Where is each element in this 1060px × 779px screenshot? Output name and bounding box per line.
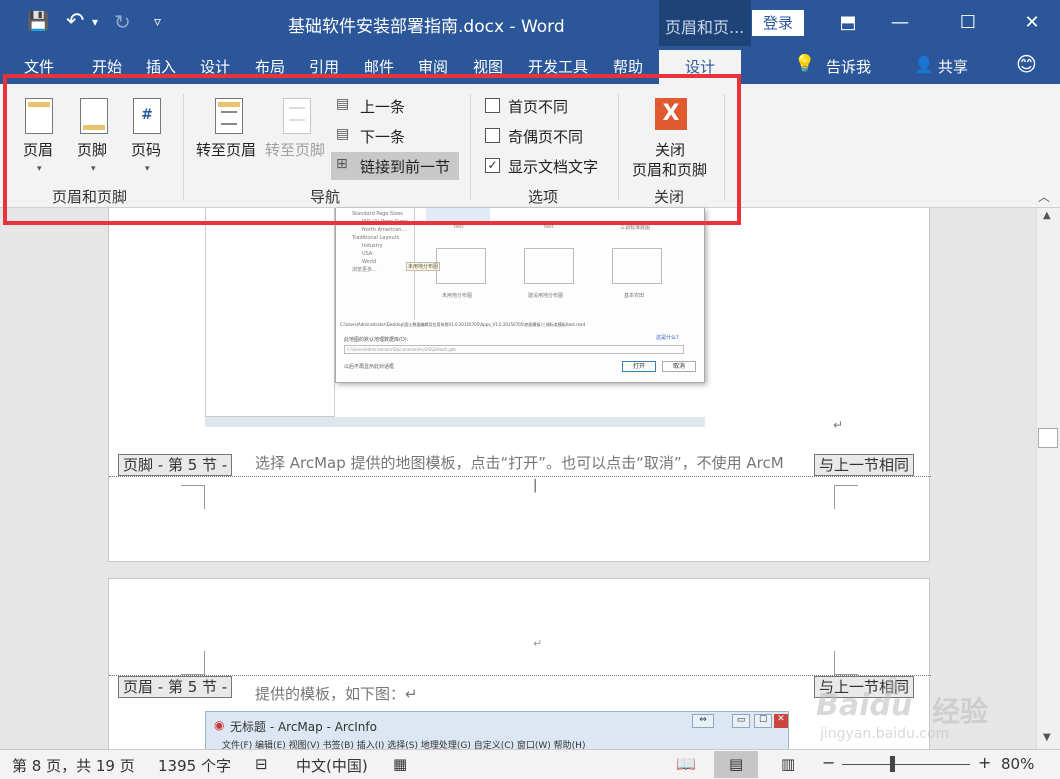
page-count[interactable]: 第 8 页，共 19 页 [12,755,135,776]
status-bar: 第 8 页，共 19 页 1395 个字 ⊟ 中文(中国) ▦ 📖 ▤ ▥ − … [0,749,1060,779]
save-icon[interactable]: 💾 [27,10,49,34]
return-mark: ↵ [833,418,844,432]
crop-mark [181,651,205,675]
share-button[interactable]: 共享 [938,56,968,77]
tell-me-button[interactable]: 告诉我 [826,56,871,77]
crop-mark [181,485,205,509]
return-mark: ↵ [533,637,543,650]
language[interactable]: 中文(中国) [296,755,368,776]
body-text-line: 提供的模板，如下图：↵ [255,685,418,703]
dialog-tooltip: 未用地分布图 [406,262,441,271]
document-page-next: ↵ 页眉 - 第 5 节 - 提供的模板，如下图：↵ 与上一节相同 ◉ 无标题 … [108,578,931,751]
crop-mark [834,485,858,509]
zoom-out-icon[interactable]: − [822,753,835,772]
arcmap-maximize-icon: ☐ [754,714,772,728]
collapse-ribbon-icon[interactable]: ︿ [1038,188,1050,205]
arcmap-resize-icon: ⇔ [692,714,714,728]
arcmap-window-image: ◉ 无标题 - ArcMap - ArcInfo ⇔ ▭ ☐ ✕ 文件(F) 编… [205,711,789,751]
scroll-down-icon[interactable]: ▼ [1043,732,1051,743]
lightbulb-icon[interactable]: 💡 [794,54,815,74]
zoom-in-icon[interactable]: + [978,753,991,772]
scroll-thumb[interactable] [1038,428,1058,448]
scroll-up-icon[interactable]: ▲ [1043,210,1051,221]
context-tab-header-footer: 页眉和页... [659,0,751,46]
highlight-frame [3,74,741,225]
smiley-icon[interactable]: 😊 [1016,52,1037,76]
arcmap-icon: ◉ [214,718,225,732]
zoom-slider-track[interactable] [842,764,970,765]
header-boundary [109,675,931,676]
header-section-tag: 页眉 - 第 5 节 - [118,676,233,698]
vertical-scrollbar[interactable]: ▲ ▼ [1036,208,1060,749]
word-count[interactable]: 1395 个字 [158,755,231,776]
footer-section-tag: 页脚 - 第 5 节 - [118,454,233,476]
macro-icon[interactable]: ▦ [393,755,407,773]
dialog-backdrop-window [205,208,335,417]
text-cursor: | [533,478,538,493]
minimize-button[interactable]: — [880,8,920,38]
dialog-thumbnail [524,248,574,284]
baidu-watermark: ❀ Baidu 经验 jingyan.baidu.com [816,672,989,742]
title-bar: 💾 ↶ ▾ ↻ ▿ 基础软件安装部署指南.docx - Word 页眉和页...… [0,0,1060,46]
zoom-slider-thumb[interactable] [889,756,895,772]
dialog-thumbnail [436,248,486,284]
dialog-thumbnail [612,248,662,284]
print-layout-icon[interactable]: ▤ [729,755,743,773]
customize-qat-icon[interactable]: ▿ [154,10,161,34]
ribbon-display-icon[interactable]: ⬒ [828,8,868,38]
close-button[interactable]: ✕ [1012,8,1052,38]
footer-boundary [109,476,931,477]
undo-icon[interactable]: ↶ [66,10,84,34]
maximize-button[interactable]: ☐ [948,8,988,38]
document-page: Standard Page Sizes ISO (A) Page Sizes N… [108,208,931,562]
same-as-previous-tag: 与上一节相同 [814,454,915,476]
dialog-path: C:\Users\Administrator\Desktop\国土数据编辑及应用… [340,322,585,327]
person-icon[interactable]: 👤 [914,55,934,74]
proofing-icon[interactable]: ⊟ [255,755,268,773]
zoom-percentage[interactable]: 80% [1001,755,1034,773]
window-title: 基础软件安装部署指南.docx - Word [288,17,565,37]
arcmap-dialog-image: Standard Page Sizes ISO (A) Page Sizes N… [335,208,705,383]
redo-icon[interactable]: ↻ [114,10,131,34]
web-layout-icon[interactable]: ▥ [781,755,795,773]
undo-dropdown-icon[interactable]: ▾ [92,10,98,34]
login-button[interactable]: 登录 [752,10,804,36]
arcmap-minimize-icon: ▭ [732,714,750,728]
arcmap-close-icon: ✕ [774,714,788,728]
screenshot-taskbar-strip [205,417,705,427]
read-mode-icon[interactable]: 📖 [676,754,696,773]
body-text-line: 选择 ArcMap 提供的地图模板，点击“打开”。也可以点击“取消”，不使用 A… [255,454,784,472]
